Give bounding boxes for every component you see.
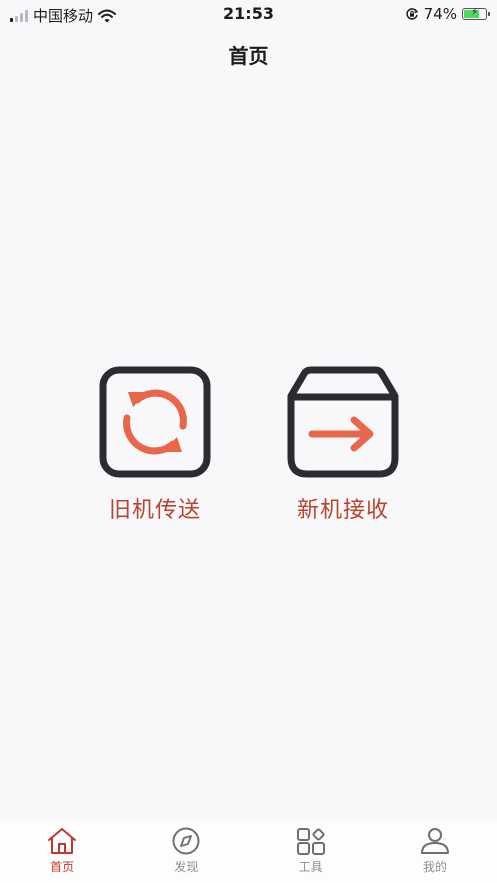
old-device-send-button[interactable]: 旧机传送 xyxy=(75,366,235,524)
orientation-lock-icon xyxy=(406,8,418,20)
tab-bar: 首页 发现 工具 我的 xyxy=(0,821,497,883)
page-title: 首页 xyxy=(228,44,269,68)
tab-tools-label: 工具 xyxy=(298,860,323,874)
tab-home[interactable]: 首页 xyxy=(0,821,124,883)
compass-icon xyxy=(172,827,200,855)
user-icon xyxy=(420,828,449,854)
new-device-receive-button[interactable]: 新机接收 xyxy=(263,366,423,524)
status-right: 74% ⚡ xyxy=(405,5,490,23)
nav-bar: 首页 xyxy=(0,36,497,76)
tools-grid-icon xyxy=(296,828,325,855)
home-icon xyxy=(48,828,77,854)
tab-tools[interactable]: 工具 xyxy=(249,821,373,883)
battery-percent: 74% xyxy=(423,5,457,23)
new-device-receive-label: 新机接收 xyxy=(296,498,389,523)
battery-icon: ⚡ xyxy=(462,7,490,20)
main-actions: 旧机传送 新机接收 xyxy=(0,366,497,536)
tab-discover[interactable]: 发现 xyxy=(124,821,248,883)
tab-home-label: 首页 xyxy=(50,860,75,874)
tab-mine[interactable]: 我的 xyxy=(373,821,497,883)
old-device-send-label: 旧机传送 xyxy=(108,498,201,523)
tab-discover-label: 发现 xyxy=(174,860,199,874)
box-arrow-icon xyxy=(287,366,399,478)
sync-arrows-icon xyxy=(99,366,211,478)
status-bar: 中国移动 21:53 74% ⚡ xyxy=(0,0,497,30)
tab-mine-label: 我的 xyxy=(422,860,447,874)
